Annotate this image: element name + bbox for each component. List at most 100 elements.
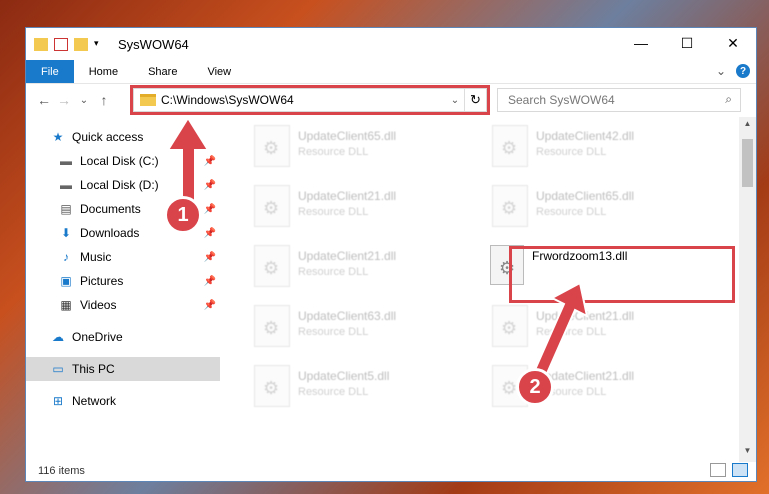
documents-icon: ▤ (60, 202, 72, 216)
file-item[interactable]: UpdateClient65.dll Resource DLL (244, 125, 470, 181)
network-icon: ⊞ (52, 394, 64, 408)
pin-icon[interactable]: 📌 (204, 156, 216, 167)
sidebar-item-pictures[interactable]: ▣ Pictures 📌 (26, 269, 220, 293)
pin-icon[interactable]: 📌 (204, 252, 216, 263)
help-icon[interactable]: ? (736, 64, 750, 78)
pin-icon[interactable]: 📌 (204, 300, 216, 311)
download-icon: ⬇ (60, 226, 72, 240)
maximize-button[interactable]: ☐ (664, 28, 710, 58)
pin-icon[interactable]: 📌 (204, 180, 216, 191)
file-description: Resource DLL (298, 266, 369, 278)
file-item[interactable]: UpdateClient21.dll Resource DLL (244, 185, 470, 241)
dll-file-icon (254, 245, 290, 287)
file-item[interactable]: UpdateClient21.dllResource DLL (482, 365, 708, 421)
computer-icon: ▭ (52, 362, 64, 376)
tab-share[interactable]: Share (133, 60, 192, 83)
file-item[interactable]: UpdateClient63.dll Resource DLL (244, 305, 470, 361)
new-folder-icon[interactable] (74, 37, 88, 51)
file-item[interactable]: UpdateClient42.dll Resource DLL (482, 125, 708, 181)
folder-icon[interactable] (34, 37, 48, 51)
scroll-up-icon[interactable]: ▲ (739, 119, 756, 135)
tab-home[interactable]: Home (74, 60, 133, 83)
file-name: UpdateClient21.dll (536, 309, 635, 323)
file-item[interactable]: UpdateClient21.dll Resource DLL (244, 245, 470, 301)
file-item[interactable]: UpdateClient65.dll Resource DLL (482, 185, 708, 241)
pin-icon[interactable]: 📌 (204, 204, 216, 215)
search-icon[interactable]: ⌕ (725, 92, 732, 107)
pin-icon[interactable]: 📌 (204, 276, 216, 287)
file-name: UpdateClient42.dll (536, 129, 635, 143)
music-icon: ♪ (63, 250, 69, 264)
sidebar-item-quick-access[interactable]: ★ Quick access (26, 125, 220, 149)
title-bar: ▾ SysWOW64 — ☐ ✕ (26, 28, 756, 60)
dll-file-icon (254, 365, 290, 407)
scrollbar-thumb[interactable] (742, 139, 753, 187)
properties-icon[interactable] (54, 37, 68, 51)
customize-icon[interactable]: ▾ (94, 38, 108, 51)
sidebar-item-label: Local Disk (D:) (80, 178, 159, 192)
pin-icon[interactable]: 📌 (204, 228, 216, 239)
forward-button[interactable]: → (54, 92, 74, 108)
sidebar-item-this-pc[interactable]: ▭ This PC (26, 357, 220, 381)
pictures-icon: ▣ (60, 274, 72, 288)
navigation-pane: ★ Quick access ▬ Local Disk (C:) 📌 ▬ Loc… (26, 117, 220, 462)
sidebar-item-local-disk-c[interactable]: ▬ Local Disk (C:) 📌 (26, 149, 220, 173)
navigation-bar: ← → ⌄ ↑ C:\Windows\SysWOW64 ⌄ ↻ Search S… (26, 84, 756, 116)
details-view-icon[interactable] (710, 463, 726, 477)
sidebar-item-label: Network (72, 394, 117, 408)
file-description: Resource DLL (536, 206, 607, 218)
back-button[interactable]: ← (34, 92, 54, 108)
expand-ribbon-icon[interactable]: ⌄ (716, 64, 726, 78)
sidebar-item-local-disk-d[interactable]: ▬ Local Disk (D:) 📌 (26, 173, 220, 197)
view-switcher (710, 463, 748, 477)
cloud-icon: ☁ (52, 330, 64, 344)
address-callout-box (130, 85, 490, 115)
dll-file-icon (492, 305, 528, 347)
videos-icon: ▦ (60, 298, 72, 312)
file-name: UpdateClient65.dll (298, 129, 397, 143)
tab-file[interactable]: File (26, 60, 74, 83)
file-item[interactable]: UpdateClient21.dll Resource DLL (482, 305, 708, 361)
dll-file-icon (254, 305, 290, 347)
sidebar-item-label: Local Disk (C:) (80, 154, 159, 168)
status-bar: 116 items (26, 460, 756, 481)
item-count: 116 items (38, 464, 85, 477)
file-item[interactable]: UpdateClient5.dll Resource DLL (244, 365, 470, 421)
search-placeholder: Search SysWOW64 (508, 93, 615, 107)
file-list: UpdateClient65.dll Resource DLL UpdateCli… (244, 117, 735, 462)
minimize-button[interactable]: — (618, 28, 664, 58)
drive-icon: ▬ (60, 178, 72, 192)
drive-icon: ▬ (60, 154, 72, 168)
file-name: UpdateClient21.dll (298, 189, 397, 203)
file-description: Resource DLL (298, 386, 369, 398)
step-badge-1: 1 (164, 196, 202, 234)
file-description: Resource DLL (298, 146, 369, 158)
up-button[interactable]: ↑ (94, 92, 114, 108)
close-button[interactable]: ✕ (710, 28, 756, 58)
sidebar-item-label: Documents (80, 202, 141, 216)
file-name: UpdateClient63.dll (298, 309, 397, 323)
recent-locations-button[interactable]: ⌄ (74, 95, 94, 106)
sidebar-item-music[interactable]: ♪ Music 📌 (26, 245, 220, 269)
sidebar-item-label: Music (80, 250, 112, 264)
sidebar-item-network[interactable]: ⊞ Network (26, 389, 220, 413)
file-description: Resource DLL (536, 146, 607, 158)
sidebar-item-label: Quick access (72, 130, 144, 144)
file-callout-box (509, 246, 735, 303)
ribbon-controls: ⌄ ? (716, 64, 750, 78)
file-description: Resource DLL (298, 206, 369, 218)
tab-view[interactable]: View (192, 60, 246, 83)
large-icons-view-icon[interactable] (732, 463, 748, 477)
file-name: UpdateClient21.dll (298, 249, 397, 263)
dll-file-icon (492, 125, 528, 167)
sidebar-item-label: Videos (80, 298, 117, 312)
sidebar-item-label: Downloads (80, 226, 140, 240)
sidebar-item-onedrive[interactable]: ☁ OneDrive (26, 325, 220, 349)
sidebar-item-videos[interactable]: ▦ Videos 📌 (26, 293, 220, 317)
sidebar-item-label: OneDrive (72, 330, 123, 344)
step-badge-2: 2 (516, 368, 554, 406)
vertical-scrollbar[interactable]: ▲ ▼ (739, 117, 756, 462)
file-description: Resource DLL (536, 326, 607, 338)
search-input[interactable]: Search SysWOW64 ⌕ (497, 88, 741, 112)
dll-file-icon (254, 185, 290, 227)
